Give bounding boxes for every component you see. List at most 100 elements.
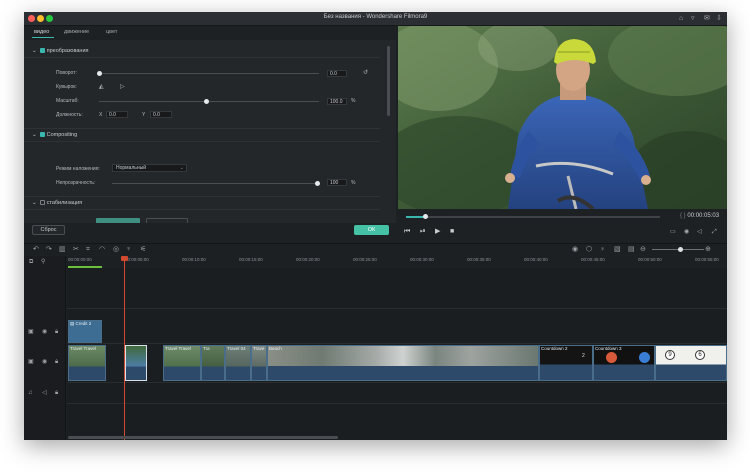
- render-icon[interactable]: ◉: [572, 246, 578, 254]
- blend-mode-select[interactable]: Нормальный ⌄: [112, 164, 187, 172]
- visibility-icon[interactable]: ◉: [42, 329, 47, 336]
- reset-button[interactable]: Сброс: [32, 225, 65, 235]
- display-icon[interactable]: ▭: [670, 228, 676, 236]
- timeline-lanes: ▤ Credit 2 Travel Travel Travel Travel T…: [67, 268, 727, 440]
- chevron-down-icon: ⌄: [32, 200, 37, 206]
- rotation-slider[interactable]: [99, 73, 319, 74]
- volume-icon[interactable]: ◁: [42, 390, 47, 397]
- transform-checkbox[interactable]: [39, 48, 45, 54]
- lane-divider: [67, 403, 727, 404]
- audio-icon[interactable]: ♆: [126, 246, 131, 254]
- add-track-icon[interactable]: ⧉: [29, 259, 33, 266]
- marker-icon[interactable]: ⬡: [586, 246, 592, 254]
- flip-vertical-icon[interactable]: ▷: [120, 83, 125, 90]
- countdown-clip[interactable]: Countdown 2 2: [539, 345, 593, 381]
- lock-icon[interactable]: 🔒︎: [55, 390, 58, 397]
- opacity-input[interactable]: 100: [327, 179, 347, 186]
- volume-icon[interactable]: ◁: [697, 228, 702, 236]
- split-icon[interactable]: ⚟: [140, 246, 146, 254]
- scrubber-knob[interactable]: [423, 214, 428, 219]
- stop-icon[interactable]: ■: [450, 228, 454, 236]
- preview-viewer[interactable]: [398, 26, 727, 209]
- playhead-handle[interactable]: [121, 256, 128, 261]
- tab-video[interactable]: видео: [34, 29, 49, 35]
- reset-rotation-icon[interactable]: ↺: [363, 69, 368, 76]
- lane-divider: [67, 308, 727, 309]
- ruler-tick: 00:00:35:00: [467, 257, 491, 262]
- cart-icon[interactable]: ▿: [691, 14, 695, 23]
- video-clip[interactable]: Travel Travel: [68, 345, 106, 381]
- video-clip[interactable]: Beach: [267, 345, 539, 381]
- voiceover-icon[interactable]: ♀: [600, 246, 605, 254]
- cut-icon[interactable]: ✂: [73, 246, 79, 254]
- video-clip[interactable]: Travel 04: [225, 345, 251, 381]
- track-type-icon: ▣: [28, 359, 34, 365]
- fullscreen-icon[interactable]: ⤢: [712, 228, 717, 236]
- compositing-checkbox[interactable]: [39, 132, 45, 138]
- opacity-slider[interactable]: [112, 183, 319, 184]
- undo-icon[interactable]: ↶: [33, 246, 39, 254]
- stabilization-secondary-button[interactable]: [146, 218, 188, 223]
- position-x-input[interactable]: 0.0: [106, 111, 128, 118]
- speed-icon[interactable]: ◠: [99, 246, 105, 254]
- countdown-clip[interactable]: 9 6: [655, 345, 727, 381]
- play-icon[interactable]: ▶: [435, 228, 440, 236]
- video-clip[interactable]: Travel Travel: [163, 345, 201, 381]
- account-icon[interactable]: ⌂: [679, 14, 683, 23]
- chevron-down-icon: ⌄: [32, 132, 37, 138]
- video-clip-selected[interactable]: [125, 345, 147, 381]
- rotation-slider-knob[interactable]: [97, 71, 102, 76]
- lock-icon[interactable]: 🔒︎: [55, 359, 58, 366]
- opacity-slider-knob[interactable]: [315, 181, 320, 186]
- countdown-circle: [606, 352, 617, 363]
- zoom-out-icon[interactable]: ⊖: [640, 246, 646, 254]
- properties-scrollbar[interactable]: [387, 46, 390, 116]
- rotation-input[interactable]: 0.0: [327, 70, 347, 77]
- transform-section-header[interactable]: ⌄ преобразования: [32, 48, 89, 54]
- playhead[interactable]: [124, 256, 125, 440]
- color-icon[interactable]: ◎: [113, 246, 119, 254]
- video-clip[interactable]: Trave: [251, 345, 267, 381]
- download-icon[interactable]: ⇩: [716, 14, 722, 23]
- skip-back-icon[interactable]: ⏮: [404, 228, 410, 236]
- zoom-in-icon[interactable]: ⊕: [705, 246, 711, 254]
- y-label: Y: [142, 112, 146, 118]
- preview-scrubber[interactable]: [406, 214, 660, 219]
- window-title: Без названия - Wondershare Filmora9: [323, 14, 428, 20]
- timeline-scrollbar[interactable]: [68, 436, 338, 439]
- snapshot-icon[interactable]: ◉: [684, 228, 689, 236]
- stabilization-analyze-button[interactable]: [96, 218, 140, 223]
- scale-slider[interactable]: [99, 101, 319, 102]
- tab-motion[interactable]: движение: [64, 29, 89, 35]
- play-pause-icon[interactable]: ⏯: [420, 228, 426, 236]
- crop-icon[interactable]: ⌗: [86, 246, 90, 254]
- visibility-icon[interactable]: ◉: [42, 359, 47, 366]
- compositing-section-header[interactable]: ⌄ Compositing: [32, 132, 77, 138]
- tab-color[interactable]: цвет: [106, 29, 117, 35]
- timeline-zoom-knob[interactable]: [678, 247, 683, 252]
- stabilization-section-header[interactable]: ⌄ стабилизация: [32, 200, 82, 206]
- title-clip[interactable]: ▤ Credit 2: [68, 320, 102, 343]
- timeline-ruler[interactable]: 00:00:00:00 00:00:05:00 00:00:10:00 00:0…: [66, 256, 727, 267]
- track-headers: ⧉ ⚲ ▣ ◉ 🔒︎ ▣ ◉ 🔒︎ ♫ ◁ 🔒︎: [24, 256, 66, 440]
- redo-icon[interactable]: ↷: [46, 246, 52, 254]
- position-label: Должность:: [56, 112, 83, 118]
- stabilization-checkbox[interactable]: [39, 200, 45, 206]
- bracket-icon[interactable]: { }: [680, 213, 686, 219]
- delete-icon[interactable]: ▥: [59, 246, 66, 254]
- scale-input[interactable]: 100.0: [327, 98, 347, 105]
- countdown-clip[interactable]: Countdown 3: [593, 345, 655, 381]
- flip-horizontal-icon[interactable]: ◭: [99, 83, 104, 90]
- music-note-icon: ♫: [28, 390, 33, 396]
- flip-label: Кувырок:: [56, 84, 77, 90]
- video-clip[interactable]: Tra: [201, 345, 225, 381]
- position-y-input[interactable]: 0.0: [150, 111, 172, 118]
- scale-slider-knob[interactable]: [204, 99, 209, 104]
- mail-icon[interactable]: ✉: [704, 14, 710, 23]
- ok-button[interactable]: ОК: [354, 225, 389, 235]
- countdown-circle: [639, 352, 650, 363]
- mixer-icon[interactable]: ▧: [614, 246, 621, 254]
- lock-icon[interactable]: 🔒︎: [55, 329, 58, 336]
- pip-icon[interactable]: ▤: [628, 246, 635, 254]
- link-icon[interactable]: ⚲: [41, 259, 45, 266]
